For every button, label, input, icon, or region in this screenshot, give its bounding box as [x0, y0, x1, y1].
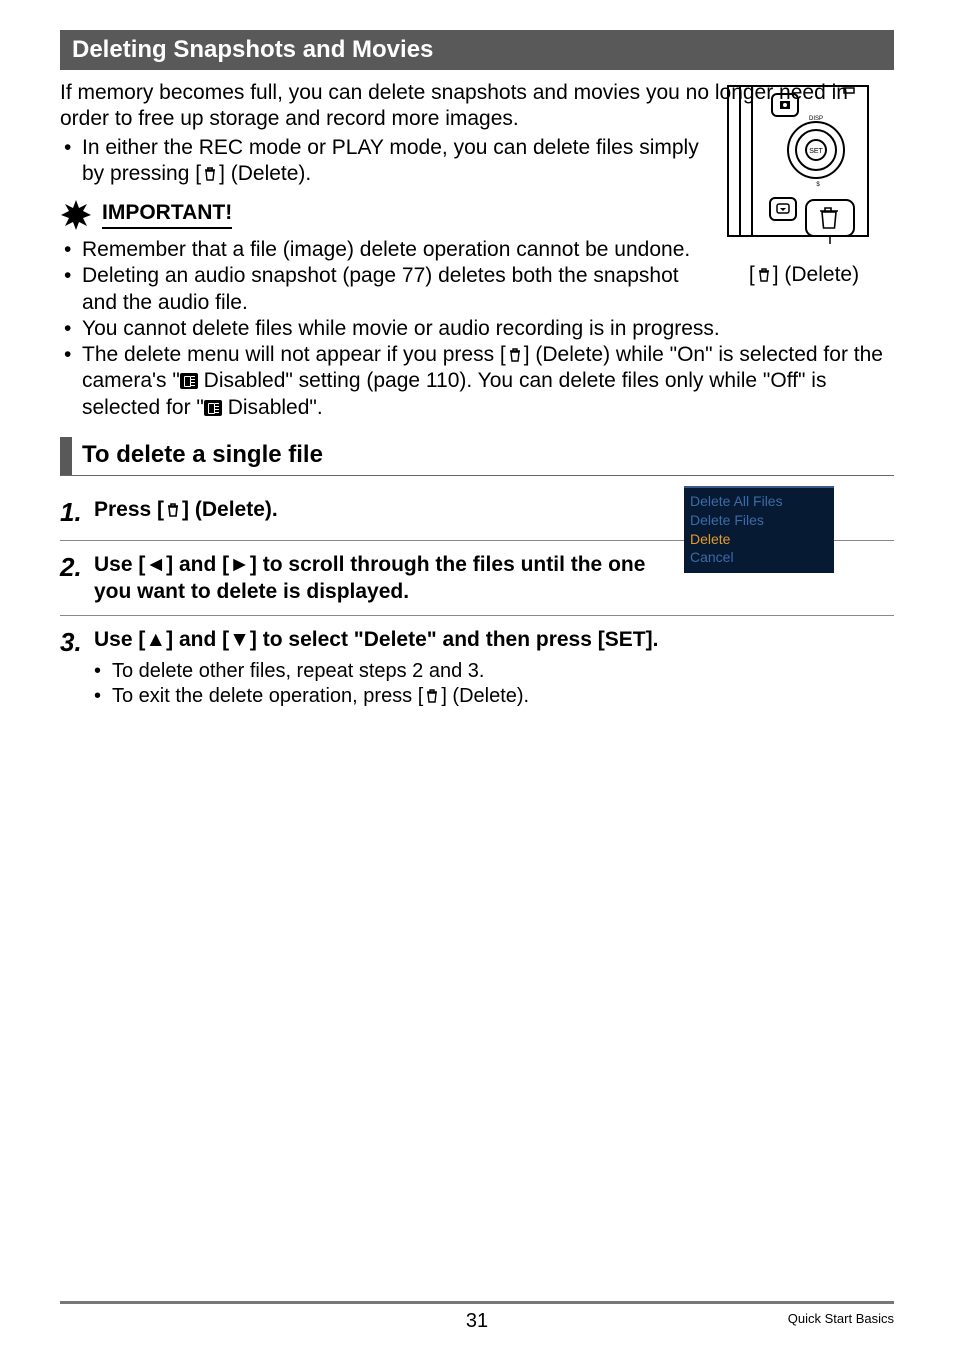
trash-icon	[164, 501, 182, 519]
important-bullet-4-pre: The delete menu will not appear if you p…	[82, 343, 506, 366]
menu-item: Delete Files	[690, 511, 828, 530]
page-number: 31	[60, 1310, 894, 1333]
important-bullet-4: The delete menu will not appear if you p…	[82, 342, 894, 421]
section-label: Quick Start Basics	[788, 1311, 894, 1326]
menu-item: Cancel	[690, 548, 828, 567]
device-illustration: SET DISP $	[724, 80, 884, 245]
disabled-trash-icon	[204, 400, 222, 416]
important-bullet-2: Deleting an audio snapshot (page 77) del…	[82, 263, 704, 316]
step-number: 1.	[60, 496, 94, 530]
bullet-dot: •	[94, 684, 112, 709]
page-footer: 31 Quick Start Basics	[60, 1301, 894, 1327]
step-number: 2.	[60, 551, 94, 606]
trash-icon	[506, 346, 524, 364]
intro-bullet: In either the REC mode or PLAY mode, you…	[82, 135, 704, 188]
sub-heading: To delete a single file	[82, 437, 323, 475]
step-3-sub-2-pre: To exit the delete operation, press [	[112, 685, 423, 707]
step-3-body: Use [▲] and [▼] to select "Delete" and t…	[94, 628, 658, 651]
trash-icon	[755, 266, 773, 284]
intro-bullet-pre: In either the REC mode or PLAY mode, you…	[82, 136, 699, 185]
svg-text:SET: SET	[809, 148, 823, 155]
important-bullet-3: You cannot delete files while movie or a…	[82, 316, 894, 342]
step-number: 3.	[60, 626, 94, 709]
important-bullet-1: Remember that a file (image) delete oper…	[82, 237, 704, 263]
step-2-body: Use [◄] and [►] to scroll through the fi…	[94, 551, 684, 606]
step-1-post: ] (Delete).	[182, 498, 278, 521]
trash-icon	[423, 687, 441, 705]
important-bullet-4-post: Disabled".	[222, 396, 323, 419]
sub-heading-marker	[60, 437, 72, 475]
intro-bullet-post: ] (Delete).	[219, 162, 311, 185]
device-diagram: SET DISP $ [] (Delete)	[714, 80, 894, 287]
bullet-dot: •	[64, 237, 82, 263]
fig-label-post: ] (Delete)	[773, 263, 859, 286]
menu-item: Delete All Files	[690, 492, 828, 511]
svg-text:$: $	[816, 182, 820, 188]
important-label: IMPORTANT!	[102, 201, 232, 229]
step-3-sub-1: To delete other files, repeat steps 2 an…	[112, 659, 894, 684]
bullet-dot: •	[94, 659, 112, 684]
bullet-dot: •	[64, 342, 82, 421]
bullet-dot: •	[64, 263, 82, 316]
bullet-dot: •	[64, 316, 82, 342]
delete-menu-screenshot: Delete All Files Delete Files Delete Can…	[684, 486, 834, 574]
svg-text:DISP: DISP	[809, 116, 823, 122]
step-1-pre: Press [	[94, 498, 164, 521]
bullet-dot: •	[64, 135, 82, 188]
disabled-trash-icon	[180, 373, 198, 389]
trash-icon	[201, 165, 219, 183]
step-3-sub-2-post: ] (Delete).	[441, 685, 529, 707]
important-burst-icon	[60, 199, 92, 231]
section-heading: Deleting Snapshots and Movies	[60, 30, 894, 70]
menu-item-selected: Delete	[690, 530, 828, 549]
